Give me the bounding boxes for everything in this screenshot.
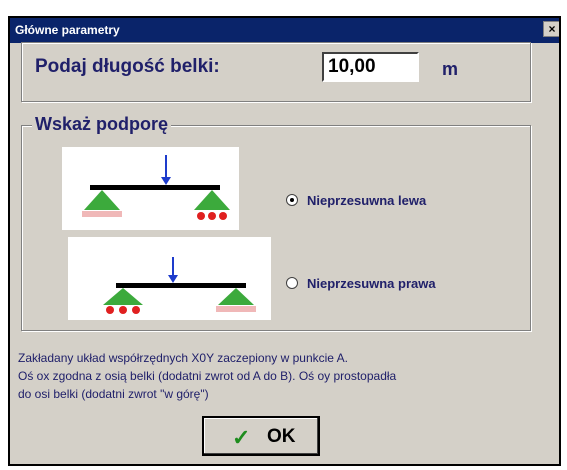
support-legend: Wskaż podporę <box>32 114 172 135</box>
title-bar[interactable]: Główne parametry × <box>10 18 559 43</box>
window-title: Główne parametry <box>15 23 120 37</box>
info-line: do osi belki (dodatni zwrot "w górę") <box>18 387 209 401</box>
option-label-fixed-right[interactable]: Nieprzesuwna prawa <box>307 276 436 291</box>
coordinate-info: Zakładany układ współrzędnych X0Y zaczep… <box>18 349 538 403</box>
radio-fixed-right[interactable] <box>286 277 298 289</box>
close-button[interactable]: × <box>543 21 559 37</box>
fixed-support-right-diagram <box>68 237 271 320</box>
length-label: Podaj długość belki: <box>35 56 220 77</box>
length-unit: m <box>442 59 459 79</box>
option-label-fixed-left[interactable]: Nieprzesuwna lewa <box>307 193 426 208</box>
info-line: Zakładany układ współrzędnych X0Y zaczep… <box>18 351 348 365</box>
info-line: Oś ox zgodna z osią belki (dodatni zwrot… <box>18 369 397 383</box>
close-icon: × <box>548 22 556 36</box>
length-input[interactable] <box>322 52 419 82</box>
radio-fixed-left[interactable] <box>286 194 298 206</box>
fixed-support-left-diagram <box>62 147 239 230</box>
checkmark-icon: ✓ <box>232 425 251 450</box>
ok-button-label: OK <box>267 426 296 447</box>
ok-button[interactable]: ✓ OK <box>202 416 320 456</box>
